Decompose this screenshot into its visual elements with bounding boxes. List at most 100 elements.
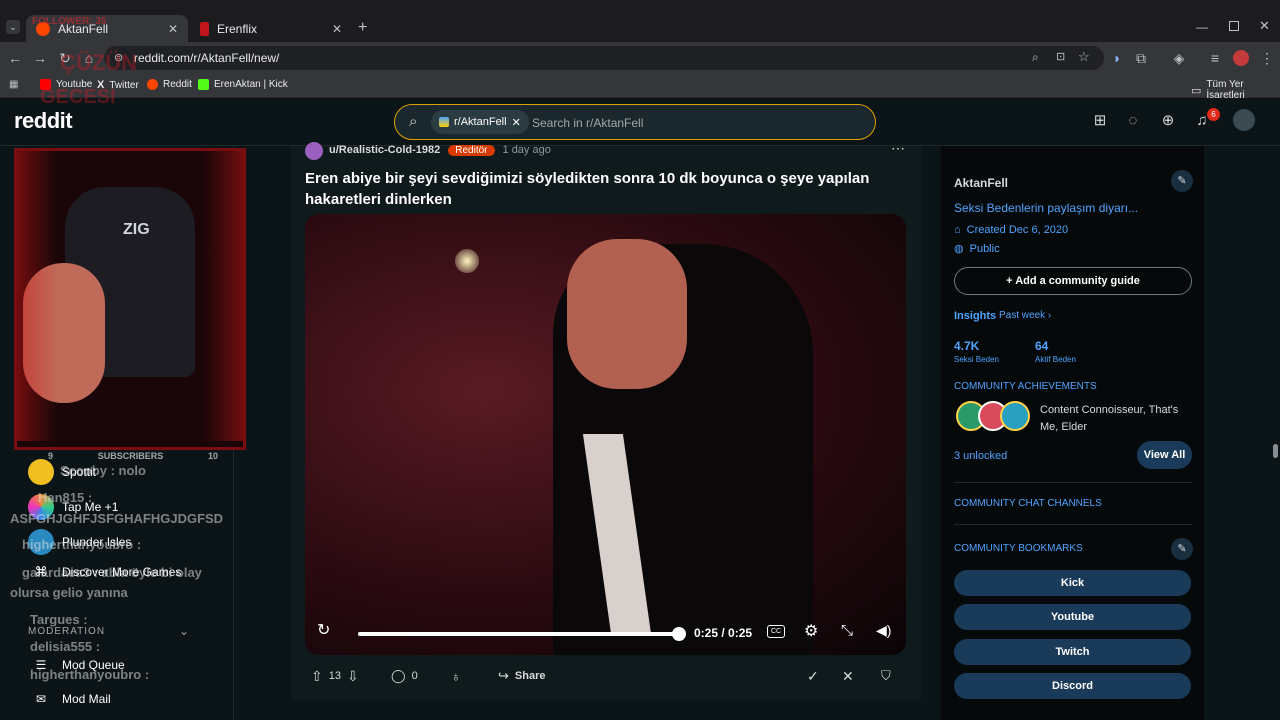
bookmark-youtube-button[interactable]: Youtube: [954, 604, 1191, 630]
volume-icon[interactable]: ◀): [876, 622, 891, 639]
bookmark-discord-button[interactable]: Discord: [954, 673, 1191, 699]
ads-icon[interactable]: ⊞: [1090, 111, 1110, 131]
post-title[interactable]: Eren abiye bir şeyi sevdiğimizi söyledik…: [305, 168, 895, 210]
url-text: reddit.com/r/AktanFell/new/: [134, 51, 280, 65]
extensions-icon[interactable]: ⧉: [1132, 49, 1150, 67]
user-flair: Reditör: [448, 144, 495, 156]
chat-line: Targues :: [30, 612, 88, 627]
chat-line: galardaea3 : abla öyle bi olay: [22, 565, 202, 580]
moderation-section-header[interactable]: MODERATION ⌄: [28, 624, 190, 638]
user-avatar[interactable]: [1233, 109, 1255, 131]
reddit-logo[interactable]: reddit: [14, 108, 73, 134]
bookmarks-bar: ▦ Youtube X Twitter Reddit ErenAktan | K…: [0, 74, 1280, 101]
post-author[interactable]: u/Realistic-Cold-1982: [329, 144, 440, 156]
chat-line: higherthanyoubro :: [22, 537, 142, 552]
video-progress-fill: [358, 632, 680, 636]
award-button[interactable]: ♁: [451, 667, 461, 685]
close-tab-icon[interactable]: ✕: [168, 22, 178, 36]
edit-bookmarks-icon[interactable]: ✎: [1171, 538, 1193, 560]
search-placeholder: Search in r/AktanFell: [532, 116, 644, 130]
vote-buttons: ⇧ 13 ⇩: [311, 667, 359, 685]
divider: [954, 482, 1192, 483]
page-scrollbar[interactable]: [1271, 146, 1280, 720]
room-light-left: [17, 151, 57, 441]
subreddit-search-chip[interactable]: r/AktanFell ✕: [431, 110, 529, 134]
person-face: [567, 239, 687, 389]
chat-line: olursa gelio yanına: [10, 585, 128, 600]
chat-line: Han815 :: [38, 490, 93, 505]
restore-icon[interactable]: [1229, 21, 1239, 31]
bookmark-kick-button[interactable]: Kick: [954, 570, 1191, 596]
share-button[interactable]: ↪ Share: [498, 667, 545, 685]
stat-members-label: Seksi Beden: [954, 355, 999, 364]
insights-range[interactable]: Past week ›: [999, 310, 1051, 321]
bookmark-reddit[interactable]: Reddit: [147, 79, 192, 90]
post-overflow-icon[interactable]: ⋯: [891, 140, 905, 157]
create-post-icon[interactable]: ⊕: [1158, 111, 1178, 131]
chip-label: r/AktanFell: [454, 116, 507, 128]
chip-remove-icon[interactable]: ✕: [512, 116, 521, 129]
forward-icon[interactable]: →: [31, 49, 49, 67]
upvote-icon[interactable]: ⇧: [311, 668, 323, 685]
fullscreen-icon[interactable]: ⤡: [841, 622, 853, 639]
visibility: ◍ Public: [954, 242, 1000, 256]
add-community-guide-button[interactable]: + Add a community guide: [954, 267, 1192, 295]
bookmark-twitch-button[interactable]: Twitch: [954, 639, 1191, 665]
spottit-game-icon: [28, 459, 54, 485]
close-window-icon[interactable]: ✕: [1259, 18, 1270, 34]
minimize-icon[interactable]: —: [1196, 20, 1208, 34]
video-progress-track[interactable]: [358, 627, 686, 641]
visibility-text: Public: [969, 242, 1000, 255]
extension-wave-icon[interactable]: ◗: [1108, 49, 1126, 67]
replay-icon[interactable]: ↻: [317, 620, 330, 640]
mod-shield-icon[interactable]: ⛉: [881, 667, 891, 685]
search-bar[interactable]: ⌕ r/AktanFell ✕ Search in r/AktanFell: [394, 104, 876, 140]
bookmark-kick[interactable]: ErenAktan | Kick: [198, 79, 288, 90]
edit-community-icon[interactable]: ✎: [1171, 170, 1193, 192]
new-tab-icon[interactable]: +: [358, 19, 367, 37]
sidebar-item-mod-mail[interactable]: ✉ Mod Mail: [28, 692, 111, 706]
chat-line: Scooby : nolo: [60, 463, 146, 478]
chrome-menu-icon[interactable]: ⋮: [1258, 49, 1276, 67]
chat-icon[interactable]: ◌: [1123, 111, 1143, 131]
stat-active-value: 64: [1035, 339, 1049, 353]
insights-range-text: Past week: [999, 310, 1046, 321]
scrollbar-thumb[interactable]: [1273, 444, 1278, 458]
subreddit-chip-icon: [439, 117, 449, 127]
achievements-title: COMMUNITY ACHIEVEMENTS: [954, 381, 1097, 392]
bookmark-label: ErenAktan | Kick: [214, 79, 288, 90]
subs-left-count: 9: [48, 451, 54, 461]
approve-icon[interactable]: ✓: [807, 667, 819, 685]
subs-label: SUBSCRIBERS: [97, 451, 164, 461]
comments-button[interactable]: ◯ 0: [391, 667, 418, 685]
post-card: u/Realistic-Cold-1982 Reditör 1 day ago …: [291, 140, 921, 700]
chat-channels-title[interactable]: COMMUNITY CHAT CHANNELS: [954, 498, 1102, 509]
media-control-icon[interactable]: ≡: [1206, 49, 1224, 67]
close-tab-icon[interactable]: ✕: [332, 22, 342, 36]
video-player[interactable]: ↻ 0:25 / 0:25 CC ⚙ ⤡ ◀): [305, 214, 906, 655]
created-date: ⌂ Created Dec 6, 2020: [954, 224, 1068, 236]
stream-overlay-subtitle: GECESI: [40, 86, 116, 108]
address-bar[interactable]: ⊜ reddit.com/r/AktanFell/new/ ⌕ ⊡ ☆: [104, 46, 1104, 70]
install-app-icon[interactable]: ⊡: [1056, 50, 1065, 63]
tab-erenflix[interactable]: Erenflix ✕: [190, 15, 352, 42]
video-progress-handle[interactable]: [672, 627, 686, 641]
downvote-icon[interactable]: ⇩: [347, 668, 359, 685]
profile-avatar[interactable]: [1233, 50, 1249, 66]
apps-grid-icon[interactable]: ▦: [9, 79, 18, 90]
remove-icon[interactable]: ✕: [842, 667, 854, 685]
author-avatar[interactable]: [305, 142, 323, 160]
tab-list-dropdown-icon[interactable]: ⌄: [6, 20, 20, 34]
comment-bubble-icon: ◯: [391, 668, 406, 683]
settings-gear-icon[interactable]: ⚙: [804, 621, 818, 641]
incognito-icon[interactable]: ◈: [1170, 49, 1188, 67]
share-label: Share: [514, 670, 546, 682]
globe-icon: ◍: [954, 243, 964, 255]
bookmark-star-icon[interactable]: ☆: [1078, 49, 1090, 65]
captions-icon[interactable]: CC: [767, 625, 785, 638]
stream-overlay-title: ÇÜZÜN: [60, 50, 137, 75]
view-all-button[interactable]: View All: [1137, 441, 1192, 469]
zoom-icon[interactable]: ⌕: [1032, 50, 1039, 65]
back-icon[interactable]: ←: [6, 49, 24, 67]
chair-logo: ZIG: [123, 221, 150, 238]
